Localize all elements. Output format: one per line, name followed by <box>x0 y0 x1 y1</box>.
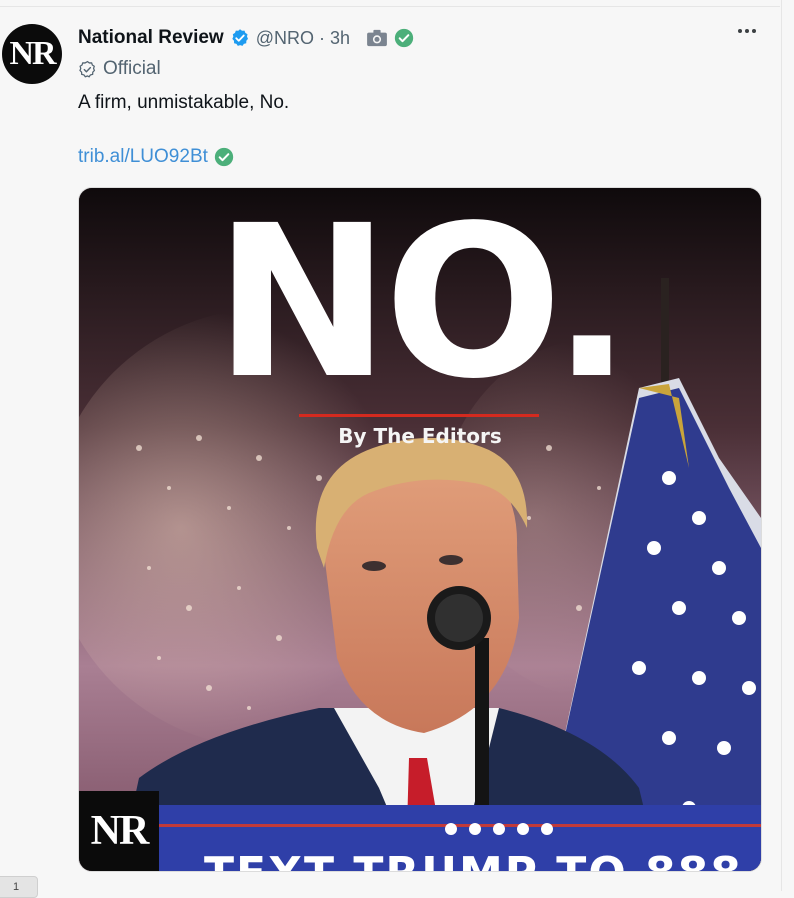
banner-text: TEXT TRUMP TO 888 <box>204 848 743 871</box>
more-dots-icon[interactable] <box>738 29 756 33</box>
verified-badge-icon <box>232 29 248 46</box>
tweet-image[interactable]: NO. By The Editors TEXT TRUMP TO 888 NR <box>78 187 762 872</box>
official-label-row: Official <box>78 58 161 80</box>
official-label: Official <box>103 58 161 79</box>
author-name[interactable]: National Review <box>78 27 224 49</box>
more-dot <box>745 29 749 33</box>
camera-icon <box>367 29 387 47</box>
left-chip-text: 1 <box>12 881 20 893</box>
red-underline <box>299 414 539 417</box>
official-badge-icon <box>79 60 96 78</box>
image-headline: NO. <box>214 187 631 425</box>
avatar[interactable]: NR <box>2 24 62 84</box>
more-dot <box>738 29 742 33</box>
nr-logo-text: NR <box>90 808 150 854</box>
avatar-text: NR <box>9 35 56 72</box>
green-check-icon <box>214 147 234 167</box>
tweet-header: National Review @NRO · 3h <box>78 26 414 50</box>
link-row: trib.al/LUO92Bt <box>78 146 234 168</box>
right-divider <box>781 0 782 891</box>
nr-logo: NR <box>79 791 159 871</box>
green-check-icon <box>394 28 414 48</box>
top-divider <box>0 6 780 7</box>
more-dot <box>752 29 756 33</box>
timestamp[interactable]: 3h <box>330 28 350 49</box>
author-handle[interactable]: @NRO <box>256 28 314 49</box>
image-byline: By The Editors <box>338 424 502 448</box>
tweet-link[interactable]: trib.al/LUO92Bt <box>78 146 208 168</box>
left-chip[interactable]: 1 <box>0 876 38 898</box>
separator-dot: · <box>319 27 325 48</box>
tweet-text: A firm, unmistakable, No. <box>78 92 290 113</box>
